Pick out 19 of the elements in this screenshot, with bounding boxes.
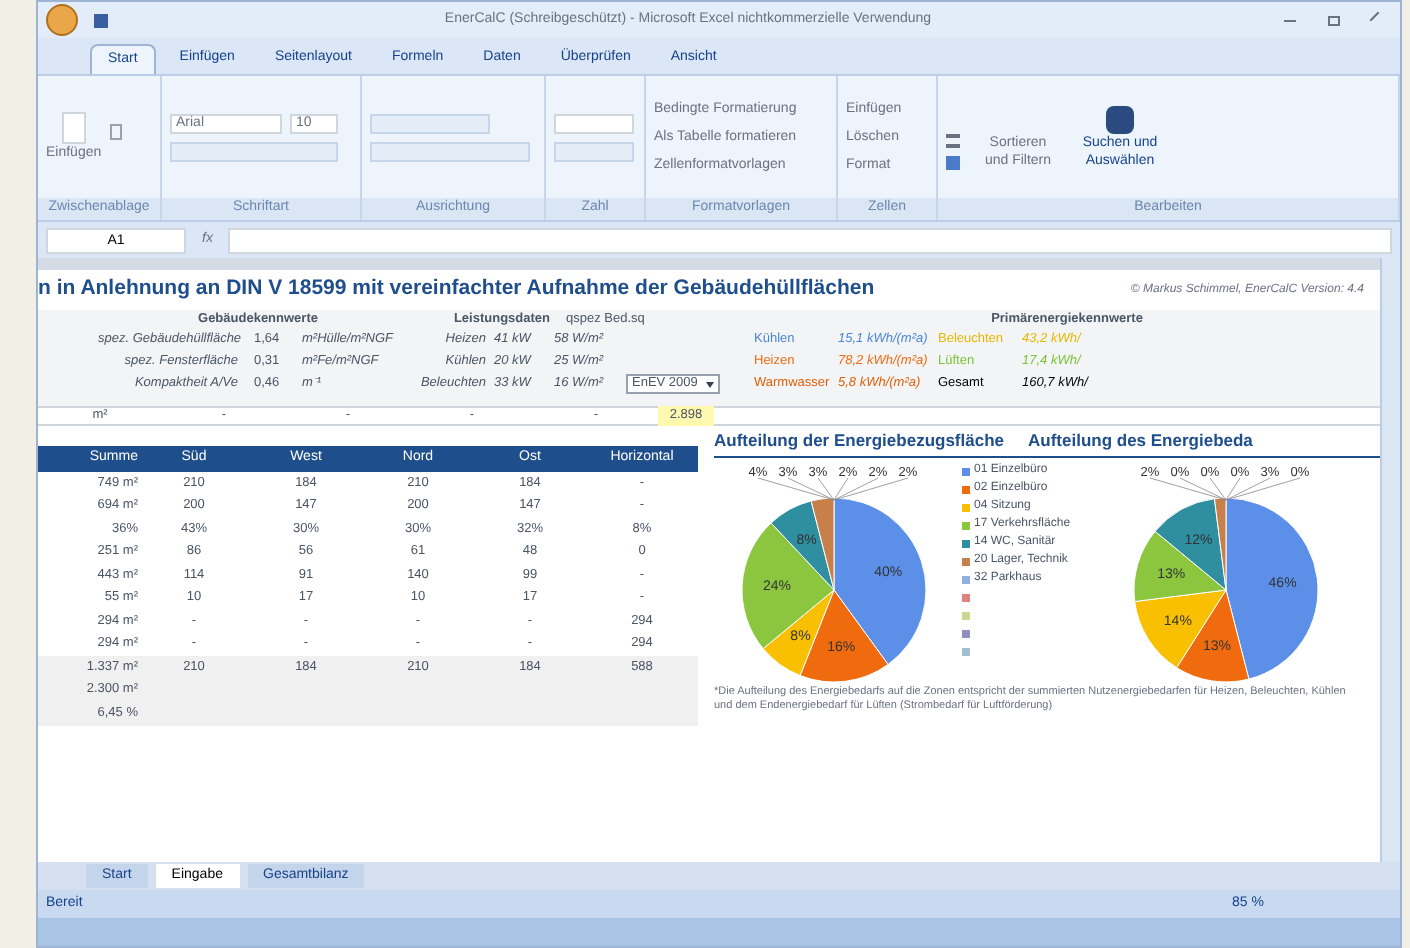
pie-slice <box>1154 498 1227 591</box>
vertical-scrollbar[interactable] <box>1380 258 1400 862</box>
number-format-field[interactable] <box>554 113 634 133</box>
save-icon[interactable] <box>94 13 108 27</box>
chart-title: Aufteilung des Energiebeda <box>1028 428 1253 454</box>
pie-slice <box>1134 589 1227 669</box>
minimize-icon[interactable] <box>1284 19 1296 21</box>
clipboard-icon <box>61 111 86 143</box>
pie-slice <box>1213 497 1227 591</box>
sheet-title: n in Anlehnung an DIN V 18599 mit vereinfachter Aufnahme der Gebäudehüllflächen <box>38 274 875 305</box>
caret-icon <box>705 381 714 388</box>
maximize-icon[interactable] <box>1328 15 1340 25</box>
align-toolbar <box>370 113 490 133</box>
number-toolbar <box>554 141 634 161</box>
fill-icon[interactable] <box>946 155 960 169</box>
chart-title: Aufteilung der Energiebezugsfläche <box>714 428 1004 454</box>
pie-slice <box>1133 530 1227 603</box>
formula-field[interactable] <box>228 227 1392 253</box>
office-button[interactable] <box>46 4 78 36</box>
